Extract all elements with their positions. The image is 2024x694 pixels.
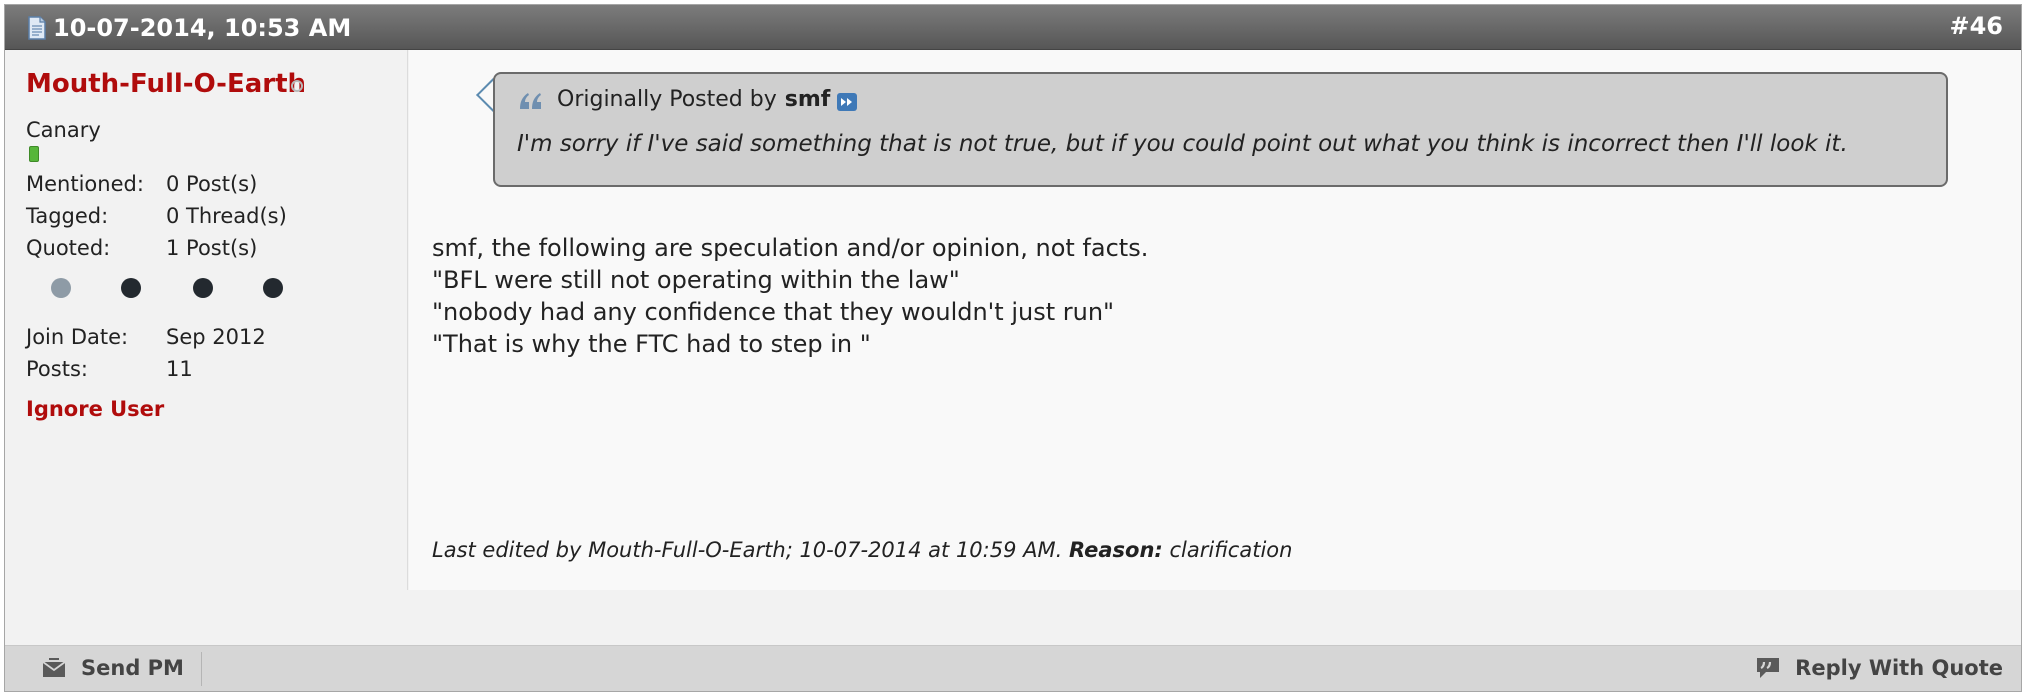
- edit-reason-text: clarification: [1169, 538, 1293, 562]
- send-pm-button[interactable]: Send PM: [41, 655, 184, 681]
- stat-value-link[interactable]: 0 Thread(s): [166, 204, 287, 228]
- stat-value-link[interactable]: 1 Post(s): [166, 236, 257, 260]
- forum-post: 10-07-2014, 10:53 AM #46 Mouth-Full-O-Ea…: [4, 4, 2022, 692]
- jump-to-post-icon[interactable]: [836, 92, 858, 112]
- user-title: Canary: [26, 118, 101, 142]
- post-number-link[interactable]: #46: [1949, 12, 2003, 40]
- ignore-user-link[interactable]: Ignore User: [26, 396, 164, 422]
- post-content: Originally Posted by smf I'm sorry if I'…: [409, 50, 2021, 590]
- user-info-panel: Mouth-Full-O-Earth Canary Mentioned: 0 Po…: [5, 50, 408, 590]
- offline-status-icon: [291, 80, 303, 92]
- award-dot-icon[interactable]: [193, 278, 213, 298]
- post-date-text: 10-07-2014, 10:53 AM: [53, 14, 352, 42]
- post-count: Posts: 11: [26, 356, 193, 382]
- quote-block: Originally Posted by smf I'm sorry if I'…: [476, 72, 1948, 187]
- stat-quoted: Quoted: 1 Post(s): [26, 235, 257, 261]
- username-link[interactable]: Mouth-Full-O-Earth: [26, 69, 306, 99]
- post-footer: Send PM Reply With Quote: [5, 645, 2021, 691]
- award-dot-icon[interactable]: [263, 278, 283, 298]
- award-dot-icon[interactable]: [121, 278, 141, 298]
- envelope-icon: [42, 658, 66, 677]
- footer-divider: [201, 652, 202, 686]
- message-line: "nobody had any confidence that they wou…: [432, 298, 1115, 326]
- send-pm-label: Send PM: [81, 656, 184, 680]
- message-line: "BFL were still not operating within the…: [432, 266, 960, 294]
- post-header: 10-07-2014, 10:53 AM #46: [5, 5, 2021, 50]
- stat-label: Mentioned:: [26, 172, 144, 196]
- stat-label: Quoted:: [26, 236, 111, 260]
- join-date-label: Join Date:: [26, 325, 129, 349]
- join-date: Join Date: Sep 2012: [26, 324, 266, 350]
- reply-with-quote-label: Reply With Quote: [1795, 656, 2003, 680]
- stat-mentioned: Mentioned: 0 Post(s): [26, 171, 257, 197]
- reputation-bar[interactable]: [29, 146, 39, 162]
- quote-author: smf: [784, 87, 831, 112]
- award-dot-icon[interactable]: [51, 278, 71, 298]
- message-line: smf, the following are speculation and/o…: [432, 234, 1149, 262]
- message-body: smf, the following are speculation and/o…: [432, 232, 1148, 360]
- reply-with-quote-button[interactable]: Reply With Quote: [1755, 655, 2003, 681]
- quote-box: Originally Posted by smf I'm sorry if I'…: [493, 72, 1948, 187]
- stat-value-link[interactable]: 0 Post(s): [166, 172, 257, 196]
- stat-label: Tagged:: [26, 204, 109, 228]
- edit-reason-label: Reason:: [1069, 538, 1163, 562]
- quote-prefix: Originally Posted by: [557, 87, 777, 112]
- stat-tagged: Tagged: 0 Thread(s): [26, 203, 287, 229]
- award-icons: [51, 278, 291, 302]
- last-edited-note: Last edited by Mouth-Full-O-Earth; 10-07…: [432, 537, 1292, 563]
- post-date: 10-07-2014, 10:53 AM: [27, 14, 351, 42]
- message-line: "That is why the FTC had to step in ": [432, 330, 871, 358]
- join-date-value: Sep 2012: [166, 325, 266, 349]
- quote-header: Originally Posted by smf: [517, 86, 858, 114]
- post-count-label: Posts:: [26, 357, 88, 381]
- speech-bubble-icon: [1757, 658, 1780, 678]
- quote-text: I'm sorry if I've said something that is…: [517, 131, 1848, 157]
- quote-marks-icon: [520, 93, 541, 109]
- post-count-value: 11: [166, 357, 193, 381]
- edited-by-text: Last edited by Mouth-Full-O-Earth; 10-07…: [432, 538, 1063, 562]
- document-icon: [28, 16, 46, 40]
